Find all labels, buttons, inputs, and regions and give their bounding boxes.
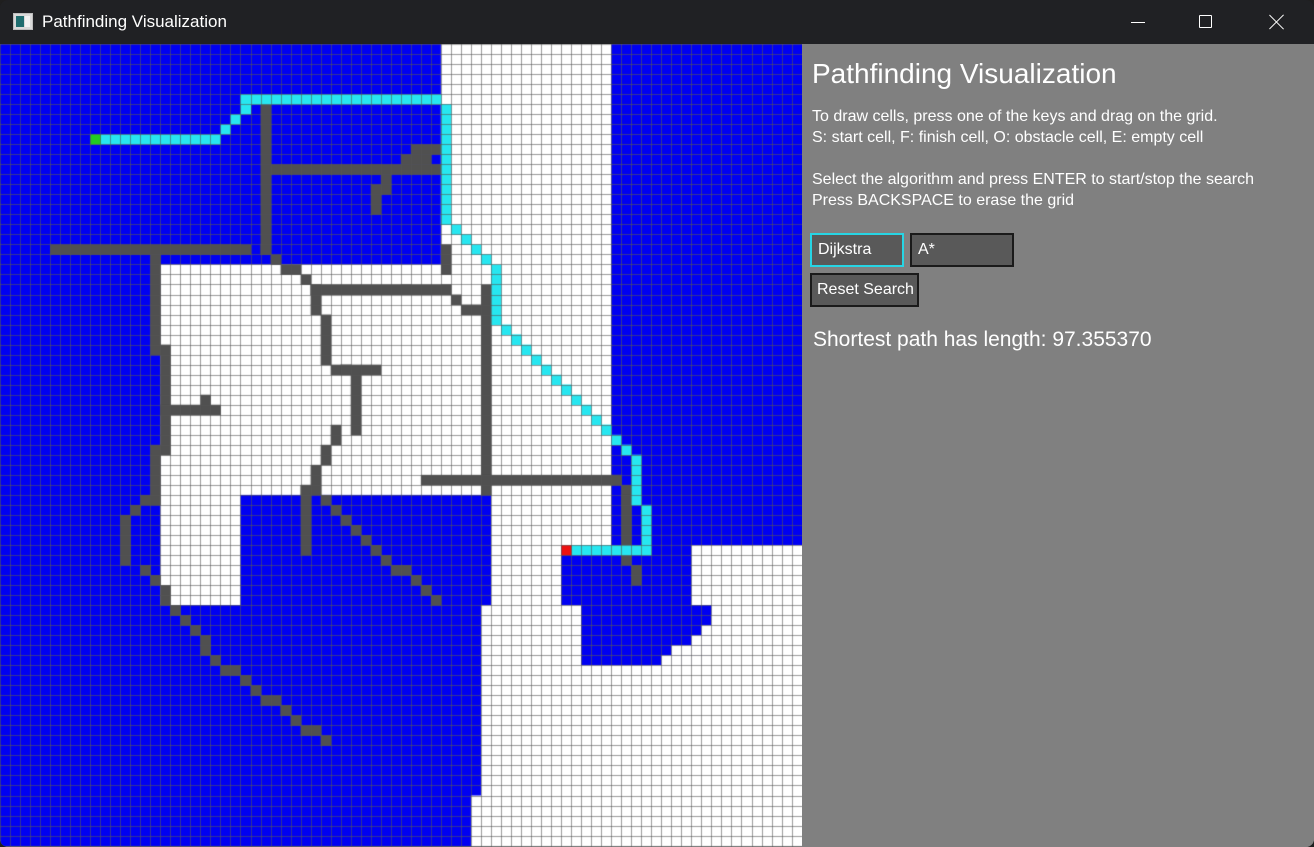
title-bar[interactable]: Pathfinding Visualization [0,0,1314,44]
app-icon [13,13,33,30]
window-title: Pathfinding Visualization [42,12,227,31]
reset-search-button[interactable]: Reset Search [810,273,919,307]
instruction-erase-grid: Press BACKSPACE to erase the grid [812,192,1075,209]
astar-button[interactable]: A* [910,233,1014,267]
minimize-icon [1131,22,1145,23]
client-area: Pathfinding Visualization To draw cells,… [0,44,1314,847]
app-window: Pathfinding Visualization Pathfinding Vi… [0,0,1314,847]
panel-title: Pathfinding Visualization [812,58,1117,89]
shortest-path-result: Shortest path has length: 97.355370 [813,328,1152,351]
close-button[interactable] [1244,0,1314,44]
close-icon [1268,13,1286,31]
instruction-cell-keys: S: start cell, F: finish cell, O: obstac… [812,129,1204,146]
instruction-start-search: Select the algorithm and press ENTER to … [812,171,1254,188]
pathfinding-grid[interactable] [0,44,802,847]
side-panel: Pathfinding Visualization To draw cells,… [802,44,1314,847]
minimize-button[interactable] [1104,0,1174,44]
instruction-draw-cells: To draw cells, press one of the keys and… [812,108,1218,125]
maximize-icon [1199,15,1212,28]
maximize-button[interactable] [1174,0,1244,44]
dijkstra-button[interactable]: Dijkstra [810,233,904,267]
